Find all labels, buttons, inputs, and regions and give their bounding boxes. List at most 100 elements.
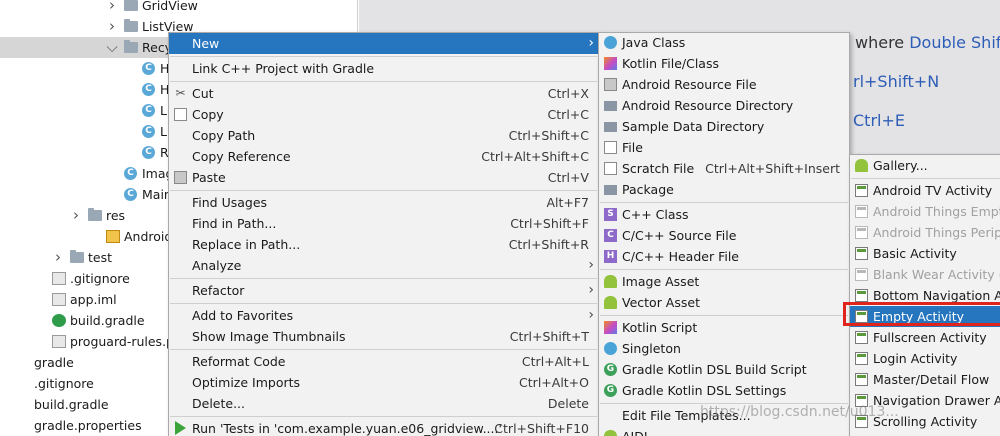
menu-item-shortcut: Ctrl+Shift+T — [509, 329, 589, 344]
menu-item-run-tests-in-com-example-yuan-e06-gridview[interactable]: Run 'Tests in 'com.example.yuan.e06_grid… — [169, 418, 598, 436]
cpp-icon: S — [604, 208, 617, 221]
menu-item-label: Image Asset — [622, 274, 700, 289]
menu-item-label: Android Things Empty — [873, 204, 1000, 219]
menu-item-label: Find in Path... — [192, 216, 277, 231]
menu-item-link-c-project-with-gradle[interactable]: Link C++ Project with Gradle — [169, 58, 598, 79]
chevron-right-icon[interactable]: › — [106, 16, 118, 37]
menu-item-singleton[interactable]: Singleton — [599, 338, 849, 359]
file-icon — [604, 141, 617, 154]
menu-item-copy[interactable]: Copy Ctrl+C — [169, 104, 598, 125]
menu-separator — [600, 269, 848, 270]
menu-separator — [600, 315, 848, 316]
menu-item-label: Refactor — [192, 283, 245, 298]
class-icon: C — [142, 125, 155, 138]
class-icon: C — [142, 104, 155, 117]
context-menu[interactable]: New › Link C++ Project with Gradle ✂ Cut Ctrl… — [168, 32, 599, 436]
menu-item-c-c-source-file[interactable]: C C/C++ Source File — [599, 225, 849, 246]
file-icon — [52, 272, 66, 285]
menu-item-analyze[interactable]: Analyze › — [169, 255, 598, 276]
menu-item-label: Kotlin Script — [622, 320, 698, 335]
editor-hint-goto-file: rl+Shift+N — [853, 72, 940, 91]
menu-item-copy-reference[interactable]: Copy Reference Ctrl+Alt+Shift+C — [169, 146, 598, 167]
menu-item-shortcut: Ctrl+Alt+L — [521, 354, 589, 369]
menu-item-label: Cut — [192, 86, 214, 101]
menu-item-refactor[interactable]: Refactor › — [169, 280, 598, 301]
tree-item-label: .gitignore — [34, 376, 94, 391]
menu-item-label: Login Activity — [873, 351, 958, 366]
menu-item-c-c-header-file[interactable]: H C/C++ Header File — [599, 246, 849, 267]
scissors-icon: ✂ — [175, 86, 186, 100]
java-class-icon — [604, 36, 617, 49]
menu-item-fullscreen-activity[interactable]: Fullscreen Activity — [850, 327, 1000, 348]
file-icon — [604, 162, 617, 175]
empty-activity-highlight-box — [843, 302, 1000, 326]
menu-item-label: Find Usages — [192, 195, 268, 210]
menu-item-label: Vector Asset — [622, 295, 700, 310]
activity-template-icon — [855, 226, 868, 239]
menu-separator — [600, 202, 848, 203]
new-submenu[interactable]: Java Class Kotlin File/Class Android Resou… — [598, 32, 850, 436]
menu-item-label: Show Image Thumbnails — [192, 329, 346, 344]
menu-item-image-asset[interactable]: Image Asset — [599, 271, 849, 292]
menu-item-android-resource-directory[interactable]: Android Resource Directory — [599, 95, 849, 116]
menu-item-find-usages[interactable]: Find Usages Alt+F7 — [169, 192, 598, 213]
menu-item-label: File — [622, 140, 643, 155]
chevron-down-icon[interactable]: ⌵ — [106, 37, 118, 58]
editor-hint-recent: Ctrl+E — [853, 111, 905, 130]
menu-item-vector-asset[interactable]: Vector Asset — [599, 292, 849, 313]
menu-item-replace-in-path[interactable]: Replace in Path... Ctrl+Shift+R — [169, 234, 598, 255]
tree-item-label: gradle.properties — [34, 418, 142, 433]
menu-item-kotlin-file-class[interactable]: Kotlin File/Class — [599, 53, 849, 74]
menu-item-add-to-favorites[interactable]: Add to Favorites › — [169, 305, 598, 326]
menu-item-cut[interactable]: ✂ Cut Ctrl+X — [169, 83, 598, 104]
menu-item-paste[interactable]: Paste Ctrl+V — [169, 167, 598, 188]
menu-item-gradle-kotlin-dsl-settings[interactable]: G Gradle Kotlin DSL Settings — [599, 380, 849, 401]
menu-item-new[interactable]: New › — [169, 33, 598, 54]
menu-item-master-detail-flow[interactable]: Master/Detail Flow — [850, 369, 1000, 390]
menu-item-gallery[interactable]: Gallery... — [850, 155, 1000, 176]
menu-item-aidl[interactable]: AIDL — [599, 426, 849, 436]
folder-icon — [604, 101, 617, 111]
menu-item-show-image-thumbnails[interactable]: Show Image Thumbnails Ctrl+Shift+T — [169, 326, 598, 347]
menu-item-label: AIDL — [622, 426, 651, 436]
menu-item-shortcut: Ctrl+Alt+Shift+Insert — [705, 161, 840, 176]
menu-item-android-tv-activity[interactable]: Android TV Activity — [850, 180, 1000, 201]
java-class-icon — [604, 342, 617, 355]
menu-item-kotlin-script[interactable]: Kotlin Script — [599, 317, 849, 338]
menu-item-optimize-imports[interactable]: Optimize Imports Ctrl+Alt+O — [169, 372, 598, 393]
menu-item-file[interactable]: File — [599, 137, 849, 158]
menu-item-delete[interactable]: Delete... Delete — [169, 393, 598, 414]
folder-icon — [604, 122, 617, 132]
class-icon: C — [124, 188, 137, 201]
menu-item-scratch-file[interactable]: Scratch File Ctrl+Alt+Shift+Insert — [599, 158, 849, 179]
menu-item-label: Scratch File — [622, 161, 695, 176]
activity-template-icon — [855, 247, 868, 260]
cpp-icon: H — [604, 250, 617, 263]
menu-item-android-resource-file[interactable]: Android Resource File — [599, 74, 849, 95]
chevron-right-icon[interactable]: › — [70, 205, 82, 226]
menu-item-java-class[interactable]: Java Class — [599, 33, 849, 53]
chevron-right-icon[interactable]: › — [106, 0, 118, 16]
menu-item-android-things-periph: Android Things Periph — [850, 222, 1000, 243]
tree-row[interactable]: › GridView — [0, 0, 358, 16]
menu-item-login-activity[interactable]: Login Activity — [850, 348, 1000, 369]
activity-template-icon — [855, 205, 868, 218]
menu-item-label: Run 'Tests in 'com.example.yuan.e06_grid… — [192, 421, 502, 436]
menu-item-sample-data-directory[interactable]: Sample Data Directory — [599, 116, 849, 137]
menu-item-reformat-code[interactable]: Reformat Code Ctrl+Alt+L — [169, 351, 598, 372]
menu-item-find-in-path[interactable]: Find in Path... Ctrl+Shift+F — [169, 213, 598, 234]
menu-item-basic-activity[interactable]: Basic Activity — [850, 243, 1000, 264]
folder-icon — [124, 19, 138, 32]
menu-item-label: Replace in Path... — [192, 237, 301, 252]
menu-item-copy-path[interactable]: Copy Path Ctrl+Shift+C — [169, 125, 598, 146]
android-icon — [855, 159, 868, 172]
activity-submenu[interactable]: Gallery... Android TV Activity Android Thi… — [849, 154, 1000, 436]
menu-item-gradle-kotlin-dsl-build-script[interactable]: G Gradle Kotlin DSL Build Script — [599, 359, 849, 380]
menu-item-package[interactable]: Package — [599, 179, 849, 200]
activity-template-icon — [855, 331, 868, 344]
menu-item-label: Basic Activity — [873, 246, 957, 261]
menu-item-label: Add to Favorites — [192, 308, 294, 323]
menu-item-c-class[interactable]: S C++ Class — [599, 204, 849, 225]
chevron-right-icon[interactable]: › — [52, 247, 64, 268]
menu-item-label: Android Resource File — [622, 77, 757, 92]
